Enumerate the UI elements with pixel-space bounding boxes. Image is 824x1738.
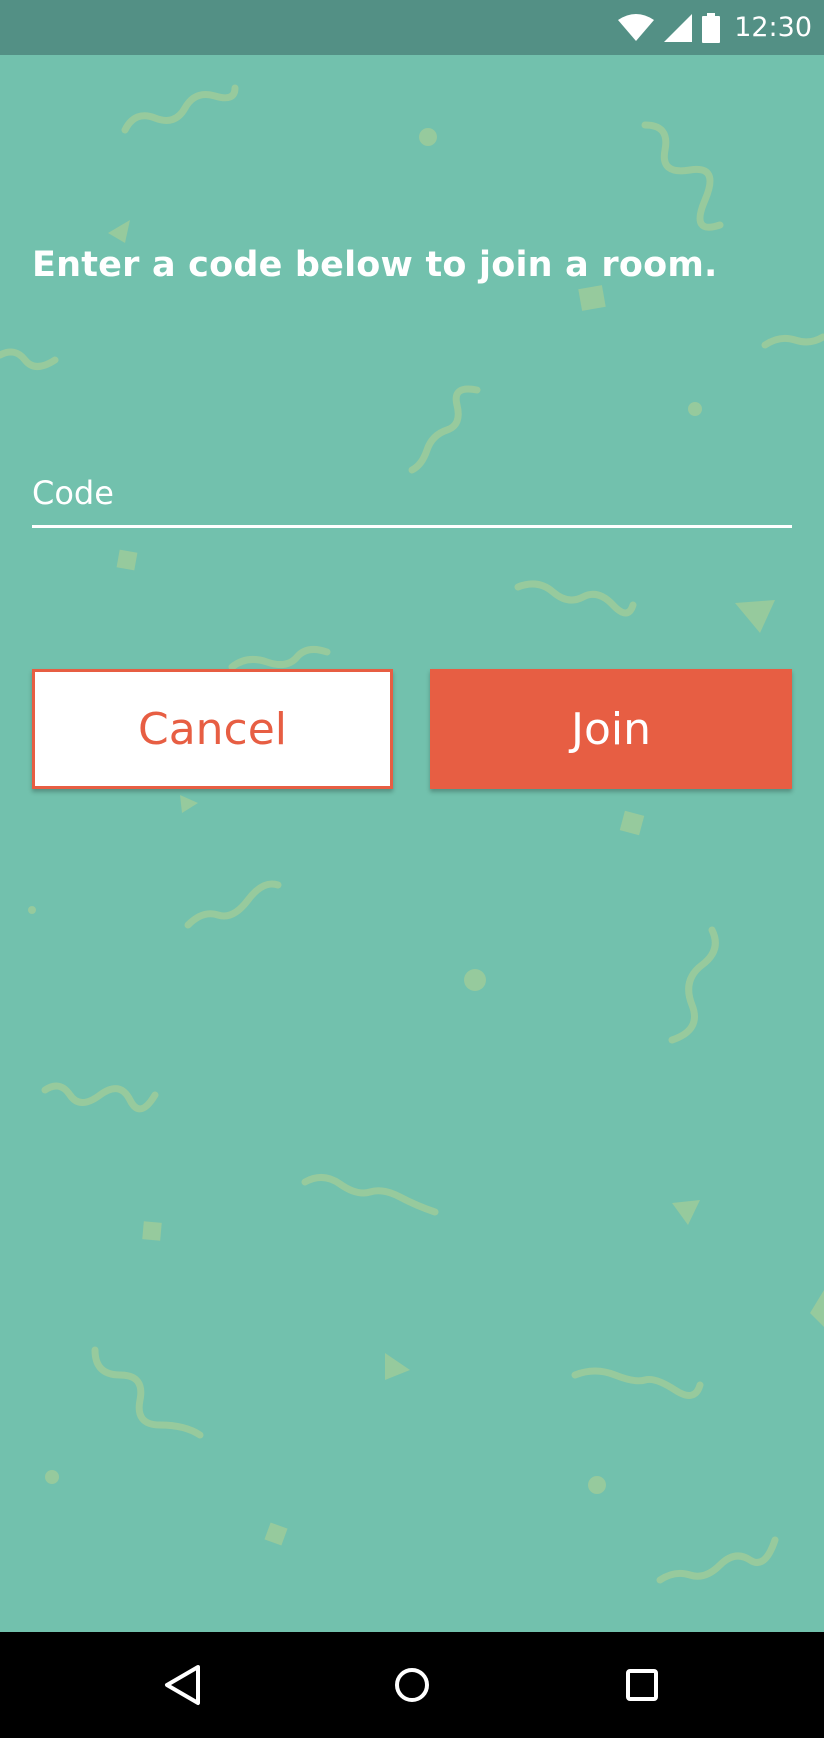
navigation-bar (0, 1632, 824, 1738)
cancel-button[interactable]: Cancel (32, 669, 393, 789)
recents-icon[interactable] (612, 1655, 672, 1715)
confetti-background (0, 84, 824, 1584)
wifi-icon (618, 13, 655, 42)
code-input[interactable] (32, 460, 792, 528)
status-bar: 12:30 (0, 0, 824, 55)
status-time: 12:30 (734, 12, 812, 43)
join-button-label: Join (570, 703, 651, 755)
join-room-prompt: Enter a code below to join a room. (32, 245, 718, 285)
status-icons: 12:30 (618, 0, 812, 55)
home-icon[interactable] (382, 1655, 442, 1715)
back-icon[interactable] (152, 1655, 212, 1715)
join-room-screen: Enter a code below to join a room. Cance… (0, 55, 824, 1632)
battery-icon (702, 12, 721, 43)
cell-signal-icon (664, 13, 693, 42)
cancel-button-label: Cancel (137, 703, 288, 755)
join-button[interactable]: Join (430, 669, 792, 789)
